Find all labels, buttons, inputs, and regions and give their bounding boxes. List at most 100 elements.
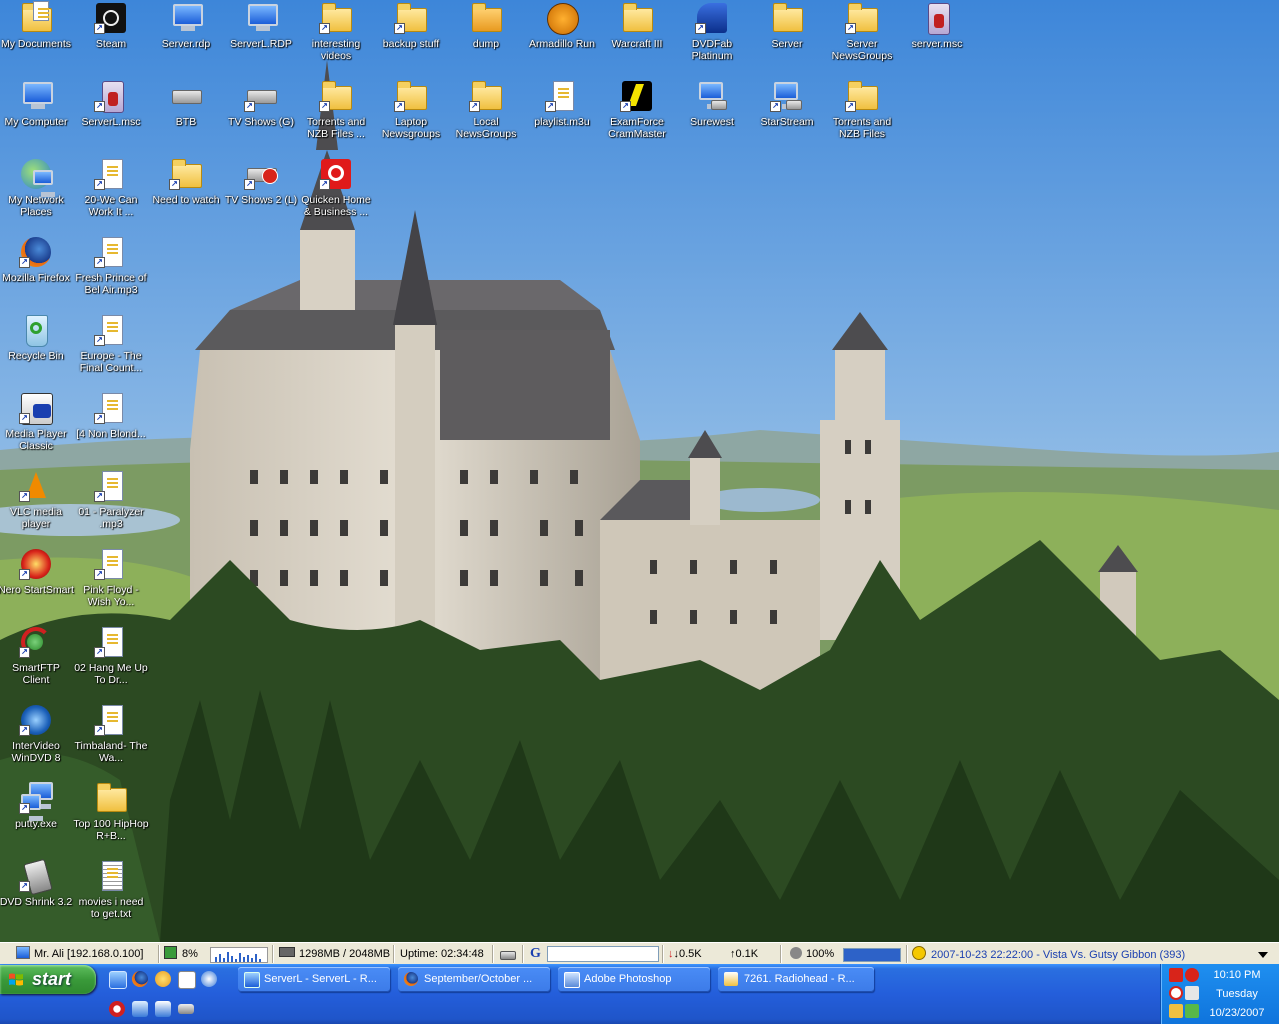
show-desktop-icon[interactable] [109, 971, 127, 989]
msc-console-icon: ↗ [94, 80, 128, 113]
task-adobe-photoshop[interactable]: Adobe Photoshop [558, 967, 710, 992]
desktop-icon-recycle-bin[interactable]: Recycle Bin [0, 314, 74, 362]
desktop-icon-dump[interactable]: dump [448, 2, 524, 50]
desktop-icon-nero-startsmart[interactable]: ↗ Nero StartSmart [0, 548, 74, 596]
icon-label: My Network Places [8, 194, 64, 218]
volume-indicator[interactable]: 100% [790, 946, 834, 962]
memory-indicator[interactable]: 1298MB / 2048MB [279, 946, 390, 962]
task-firefox[interactable]: September/October ... [398, 967, 550, 992]
desktop-icon-local-newsgroups[interactable]: ↗ Local NewsGroups [448, 80, 524, 140]
folder-icon [770, 2, 804, 34]
desktop-icon-windvd[interactable]: ↗ InterVideo WinDVD 8 [0, 704, 74, 764]
dvdfab-icon: ↗ [695, 2, 729, 34]
desktop-icon-media-player-classic[interactable]: ↗ Media Player Classic [0, 392, 74, 452]
task-serverl-remote-desktop[interactable]: ServerL - ServerL - R... [238, 967, 390, 992]
desktop-icon-torrents-nzb-1[interactable]: ↗ Torrents and NZB Files ... [298, 80, 374, 140]
desktop-icon-mozilla-firefox[interactable]: ↗ Mozilla Firefox [0, 236, 74, 284]
desktop-icon-my-documents[interactable]: My Documents [0, 1, 74, 50]
start-button[interactable]: start [0, 965, 96, 994]
desktop-icon-steam[interactable]: ↗ Steam [73, 2, 149, 50]
icon-label: Local NewsGroups [455, 116, 517, 140]
folder-icon: ↗ [319, 80, 353, 112]
icon-label: Warcraft III [611, 38, 663, 50]
desktop-icon-dvdfab-platinum[interactable]: ↗ DVDFab Platinum [674, 2, 750, 62]
firefox-icon[interactable] [132, 971, 148, 987]
desktop-icon-fresh-prince[interactable]: ↗ Fresh Prince of Bel Air.mp3 [73, 236, 149, 296]
desktop-icon-torrents-nzb-2[interactable]: ↗ Torrents and NZB Files [824, 80, 900, 140]
network-icon[interactable] [132, 1001, 148, 1017]
desktop-icon-server[interactable]: Server [749, 2, 825, 50]
start-label: start [32, 969, 72, 989]
desktop-icon-serverl-msc[interactable]: ↗ ServerL.msc [73, 80, 149, 128]
desktop-icon-dvd-shrink[interactable]: ↗ DVD Shrink 3.2 [0, 858, 74, 908]
desktop-icon-starstream[interactable]: ↗ StarStream [749, 80, 825, 128]
desktop-icon-smartftp[interactable]: ↗ SmartFTP Client [0, 626, 74, 686]
icon-label: interesting videos [311, 38, 361, 62]
desktop-icon-playlist-m3u[interactable]: ↗ playlist.m3u [524, 80, 600, 128]
desktop-icon-vlc[interactable]: ↗ VLC media player [0, 470, 74, 530]
cpu-indicator[interactable]: 8% [164, 946, 198, 962]
desktop-icon-we-can-work-it[interactable]: ↗ 20-We Can Work It ... [73, 158, 149, 218]
drive-shortcut-icon[interactable] [178, 1004, 194, 1014]
news-ticker[interactable]: 2007-10-23 22:22:00 - Vista Vs. Gutsy Gi… [912, 946, 1185, 962]
icon-label: Top 100 HipHop R+B... [73, 818, 149, 842]
windows-switch-icon[interactable] [155, 1001, 171, 1017]
desktop-icon-server-msc[interactable]: server.msc [899, 2, 975, 50]
desktop-icon-putty[interactable]: ↗ putty.exe [0, 782, 74, 830]
volume-bar[interactable] [843, 948, 901, 962]
quicken-icon: ↗ [319, 158, 353, 190]
toolbar-dropdown-icon[interactable] [1258, 952, 1268, 958]
desktop-icon-hang-me-up[interactable]: ↗ 02 Hang Me Up To Dr... [73, 626, 149, 686]
desktop-icon-top-100-hiphop[interactable]: Top 100 HipHop R+B... [73, 782, 149, 842]
desktop-icon-server-newsgroups[interactable]: ↗ Server NewsGroups [824, 2, 900, 62]
network-tray-icon[interactable] [1169, 1004, 1183, 1018]
smartftp-icon: ↗ [19, 626, 53, 658]
folder-icon: ↗ [394, 2, 428, 34]
task-label: 7261. Radiohead - R... [744, 973, 855, 985]
desktop-icon-warcraft-iii[interactable]: Warcraft III [599, 2, 675, 50]
media-file-icon: ↗ [94, 158, 128, 190]
desktop-wallpaper [0, 0, 1279, 942]
desktop-icon-armadillo-run[interactable]: Armadillo Run [524, 2, 600, 50]
desktop-icon-tv-shows-2-l[interactable]: ↗ TV Shows 2 (L) [223, 158, 299, 206]
desktop-icon-movies-txt[interactable]: movies i need to get.txt [73, 860, 149, 920]
desktop-icon-interesting-videos[interactable]: ↗ interesting videos [298, 2, 374, 62]
desktop-icon-europe[interactable]: ↗ Europe - The Final Count... [73, 314, 149, 374]
examforce-icon: ↗ [620, 80, 654, 112]
messenger-icon[interactable] [155, 971, 171, 987]
desktop-icon-surewest[interactable]: Surewest [674, 80, 750, 128]
task-radiohead[interactable]: 7261. Radiohead - R... [718, 967, 874, 992]
search-input[interactable] [547, 946, 659, 962]
desktop-icon-laptop-newsgroups[interactable]: ↗ Laptop Newsgroups [373, 80, 449, 140]
media-player-classic-icon: ↗ [19, 392, 53, 425]
host-indicator[interactable]: Mr. Ali [192.168.0.100] [16, 946, 143, 962]
desktop-icon-paralyzer[interactable]: ↗ 01 - Paralyzer .mp3 [73, 470, 149, 530]
desktop-icon-pink-floyd[interactable]: ↗ Pink Floyd - Wish Yo... [73, 548, 149, 608]
desktop-icon-4-non-blondes[interactable]: ↗ [4 Non Blond... [73, 392, 149, 440]
desktop-icon-need-to-watch[interactable]: ↗ Need to watch [148, 158, 224, 206]
icon-label: Server [771, 38, 803, 50]
network-drive-icon [169, 80, 203, 112]
desktop-icon-btb[interactable]: BTB [148, 80, 224, 128]
media-file-icon: ↗ [94, 704, 128, 736]
desktop-icon-backup-stuff[interactable]: ↗ backup stuff [373, 2, 449, 50]
clock-time[interactable]: 10:10 PM [1197, 969, 1277, 981]
media-player-icon[interactable] [201, 971, 217, 987]
blocked-icon[interactable] [109, 1001, 125, 1017]
desktop-icon-timbaland[interactable]: ↗ Timbaland- The Wa... [73, 704, 149, 764]
desktop-icon-my-network-places[interactable]: My Network Places [0, 158, 74, 218]
desktop-icon-tv-shows-g[interactable]: ↗ TV Shows (G) [223, 80, 299, 128]
desktop-icon-quicken[interactable]: ↗ Quicken Home & Business ... [298, 158, 374, 218]
desktop-icon-serverl-rdp[interactable]: ServerL.RDP [223, 2, 299, 50]
photoshop-icon [564, 972, 580, 988]
my-documents-icon [19, 1, 53, 34]
remote-desktop-icon [244, 2, 278, 34]
desktop-icon-server-rdp[interactable]: Server.rdp [148, 2, 224, 50]
desktop-icon-my-computer[interactable]: My Computer [0, 80, 74, 128]
desktop-icon-examforce[interactable]: ↗ ExamForce CramMaster [599, 80, 675, 140]
media-file-icon[interactable] [178, 971, 196, 989]
task-label: Adobe Photoshop [584, 973, 672, 985]
security-alert-icon[interactable] [1169, 986, 1183, 1000]
drive-icon[interactable] [500, 951, 516, 960]
ati-icon[interactable] [1169, 968, 1183, 982]
